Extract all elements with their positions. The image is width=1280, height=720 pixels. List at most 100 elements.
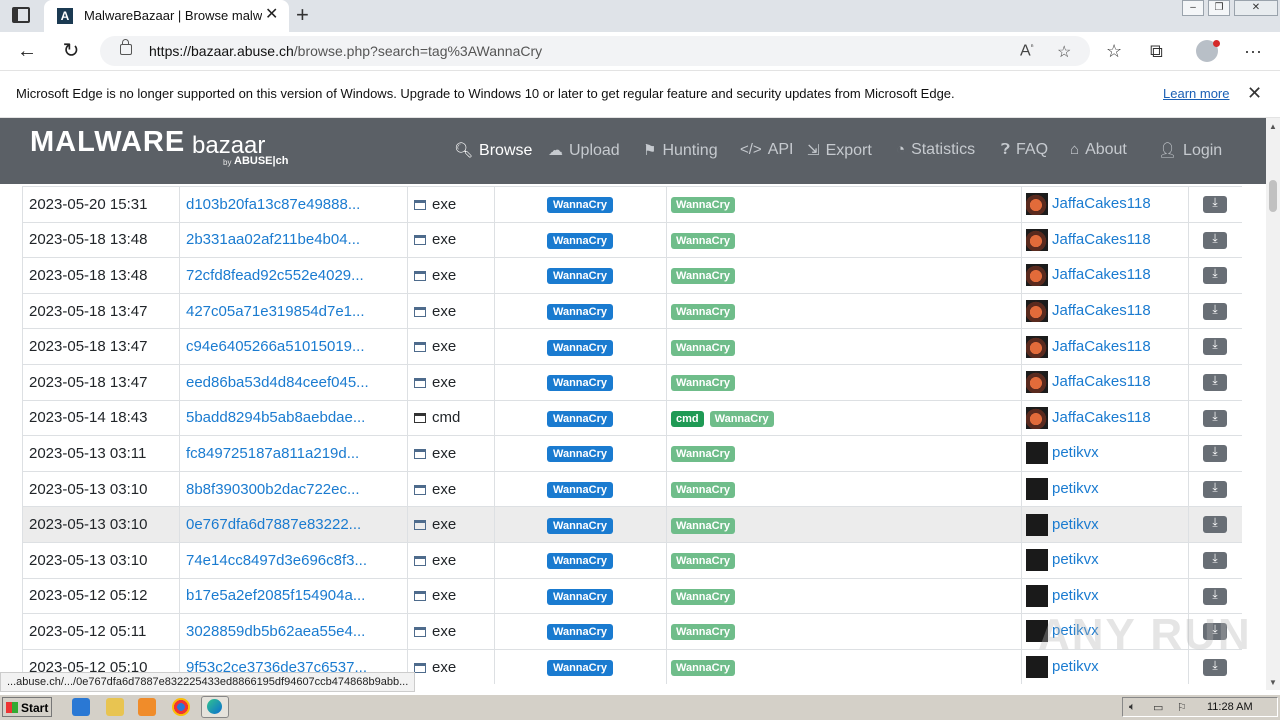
signature-badge[interactable]: WannaCry <box>547 446 613 463</box>
reporter-link[interactable]: petikvx <box>1052 658 1099 675</box>
window-close-button[interactable]: ✕ <box>1234 0 1278 16</box>
reporter-link[interactable]: JaffaCakes118 <box>1052 231 1151 248</box>
download-icon[interactable] <box>1203 551 1227 569</box>
collections-icon[interactable]: ⧉ <box>1150 41 1163 61</box>
favorites-icon[interactable]: ☆ <box>1106 41 1122 61</box>
add-favorite-icon[interactable]: ☆ <box>1057 42 1071 62</box>
nav-upload[interactable]: ☁ Upload <box>548 141 620 160</box>
tag-badge[interactable]: WannaCry <box>671 375 735 392</box>
nav-browse[interactable]: 🔍︎ Browse <box>454 141 532 160</box>
signature-badge[interactable]: WannaCry <box>547 660 613 677</box>
table-row[interactable]: 2023-05-18 13:48 72cfd8fead92c552e4029...… <box>22 257 1242 294</box>
internet-explorer-icon[interactable] <box>72 698 90 716</box>
download-icon[interactable] <box>1203 587 1227 605</box>
tag-badge[interactable]: WannaCry <box>671 553 735 570</box>
download-icon[interactable] <box>1203 231 1227 249</box>
tag-badge[interactable]: WannaCry <box>671 197 735 214</box>
signature-badge[interactable]: WannaCry <box>547 624 613 641</box>
logo-malware[interactable]: MALWARE <box>30 126 185 159</box>
url-text[interactable]: https://bazaar.abuse.ch/browse.php?searc… <box>149 43 542 59</box>
download-icon[interactable] <box>1203 444 1227 463</box>
scroll-down-icon[interactable]: ▼ <box>1269 678 1277 687</box>
table-row[interactable]: 2023-05-18 13:47 c94e6405266a51015019... e… <box>22 328 1242 365</box>
nav-faq[interactable]: ❓︎ FAQ <box>1001 141 1048 159</box>
reporter-link[interactable]: JaffaCakes118 <box>1052 195 1151 212</box>
table-row[interactable]: 2023-05-13 03:10 8b8f390300b2dac722ec... e… <box>22 470 1242 507</box>
tag-badge[interactable]: WannaCry <box>671 232 735 249</box>
tag-badge[interactable]: cmd <box>671 410 704 427</box>
tag-badge[interactable]: WannaCry <box>671 624 735 641</box>
address-bar[interactable]: https://bazaar.abuse.ch/browse.php?searc… <box>100 36 1090 66</box>
scroll-up-icon[interactable]: ▲ <box>1269 122 1277 131</box>
nav-statistics[interactable]: ◔ Statistics <box>896 141 975 159</box>
signature-badge[interactable]: WannaCry <box>547 197 613 214</box>
sha256-link[interactable]: fc849725187a811a219d... <box>179 435 408 472</box>
reporter-link[interactable]: JaffaCakes118 <box>1052 373 1151 390</box>
sha256-link[interactable]: 3028859db5b62aea55e4... <box>179 613 408 650</box>
scroll-thumb[interactable] <box>1269 180 1277 212</box>
nav-api[interactable]: </> API <box>740 141 793 159</box>
nav-about[interactable]: ⌂ About <box>1070 141 1127 159</box>
reporter-link[interactable]: petikvx <box>1052 480 1099 497</box>
table-row[interactable]: 2023-05-20 15:31 d103b20fa13c87e49888... e… <box>22 186 1242 223</box>
start-button[interactable]: Start <box>2 697 52 717</box>
reporter-link[interactable]: JaffaCakes118 <box>1052 409 1151 426</box>
sha256-link[interactable]: 8b8f390300b2dac722ec... <box>179 470 408 507</box>
back-arrow-icon[interactable]: ← <box>16 40 38 62</box>
tag-badge[interactable]: WannaCry <box>671 268 735 285</box>
nav-login[interactable]: 👤︎ Login <box>1158 141 1222 160</box>
edge-taskbar-icon[interactable] <box>201 696 229 718</box>
signature-badge[interactable]: WannaCry <box>547 304 613 321</box>
tab-actions-icon[interactable] <box>12 7 30 23</box>
browser-tab[interactable]: A MalwareBazaar | Browse malware ✕ <box>44 0 289 32</box>
sha256-link[interactable]: 0e767dfa6d7887e83222... <box>179 506 408 543</box>
learn-more-link[interactable]: Learn more <box>1163 86 1229 101</box>
refresh-icon[interactable]: ↻ <box>60 40 82 62</box>
reporter-link[interactable]: petikvx <box>1052 444 1099 461</box>
download-icon[interactable] <box>1203 302 1227 320</box>
signature-badge[interactable]: WannaCry <box>547 482 613 499</box>
profile-avatar[interactable] <box>1196 40 1220 62</box>
tag-badge[interactable]: WannaCry <box>671 446 735 463</box>
minimize-button[interactable]: – <box>1182 0 1204 16</box>
sha256-link[interactable]: 427c05a71e319854d7e1... <box>179 292 408 329</box>
table-row[interactable]: 2023-05-13 03:10 0e767dfa6d7887e83222... e… <box>22 506 1242 543</box>
sha256-link[interactable]: 2b331aa02af211be4b04... <box>179 221 408 258</box>
file-explorer-icon[interactable] <box>106 698 124 716</box>
download-icon[interactable] <box>1203 658 1227 676</box>
chrome-icon[interactable] <box>172 698 190 716</box>
nav-export[interactable]: ⇲ Export <box>807 141 872 160</box>
download-icon[interactable] <box>1203 409 1227 427</box>
tab-close-icon[interactable]: ✕ <box>265 6 278 24</box>
new-tab-icon[interactable]: + <box>296 3 309 27</box>
reporter-link[interactable]: petikvx <box>1052 551 1099 568</box>
read-aloud-icon[interactable]: Aⁿ <box>1020 42 1034 60</box>
signature-badge[interactable]: WannaCry <box>547 553 613 570</box>
download-icon[interactable] <box>1203 480 1227 498</box>
signature-badge[interactable]: WannaCry <box>547 268 613 285</box>
signature-badge[interactable]: WannaCry <box>547 339 613 356</box>
tag-badge[interactable]: WannaCry <box>671 588 735 605</box>
signature-badge[interactable]: WannaCry <box>547 375 613 392</box>
tag-badge[interactable]: WannaCry <box>671 304 735 321</box>
sha256-link[interactable]: d103b20fa13c87e49888... <box>179 186 408 223</box>
sha256-link[interactable]: 5badd8294b5ab8aebdae... <box>179 399 408 436</box>
table-row[interactable]: 2023-05-12 05:12 b17e5a2ef2085f154904a...… <box>22 577 1242 614</box>
table-row[interactable]: 2023-05-14 18:43 5badd8294b5ab8aebdae... c… <box>22 399 1242 436</box>
tag-badge[interactable]: WannaCry <box>671 517 735 534</box>
flag-icon[interactable]: ⚐ <box>1177 701 1187 714</box>
infobar-close-icon[interactable]: ✕ <box>1247 83 1262 104</box>
reporter-link[interactable]: petikvx <box>1052 516 1099 533</box>
sha256-link[interactable]: b17e5a2ef2085f154904a... <box>179 577 408 614</box>
more-menu-icon[interactable]: ··· <box>1244 41 1262 61</box>
reporter-link[interactable]: JaffaCakes118 <box>1052 338 1151 355</box>
sha256-link[interactable]: eed86ba53d4d84ceef045... <box>179 363 408 401</box>
download-icon[interactable] <box>1203 337 1227 356</box>
signature-badge[interactable]: WannaCry <box>547 410 613 427</box>
sha256-link[interactable]: c94e6405266a51015019... <box>179 328 408 365</box>
nav-hunting[interactable]: ⚑ Hunting <box>643 141 718 160</box>
tag-badge[interactable]: WannaCry <box>709 410 774 427</box>
download-icon[interactable] <box>1203 373 1227 392</box>
download-icon[interactable] <box>1203 515 1227 534</box>
sha256-link[interactable]: 72cfd8fead92c552e4029... <box>179 257 408 294</box>
